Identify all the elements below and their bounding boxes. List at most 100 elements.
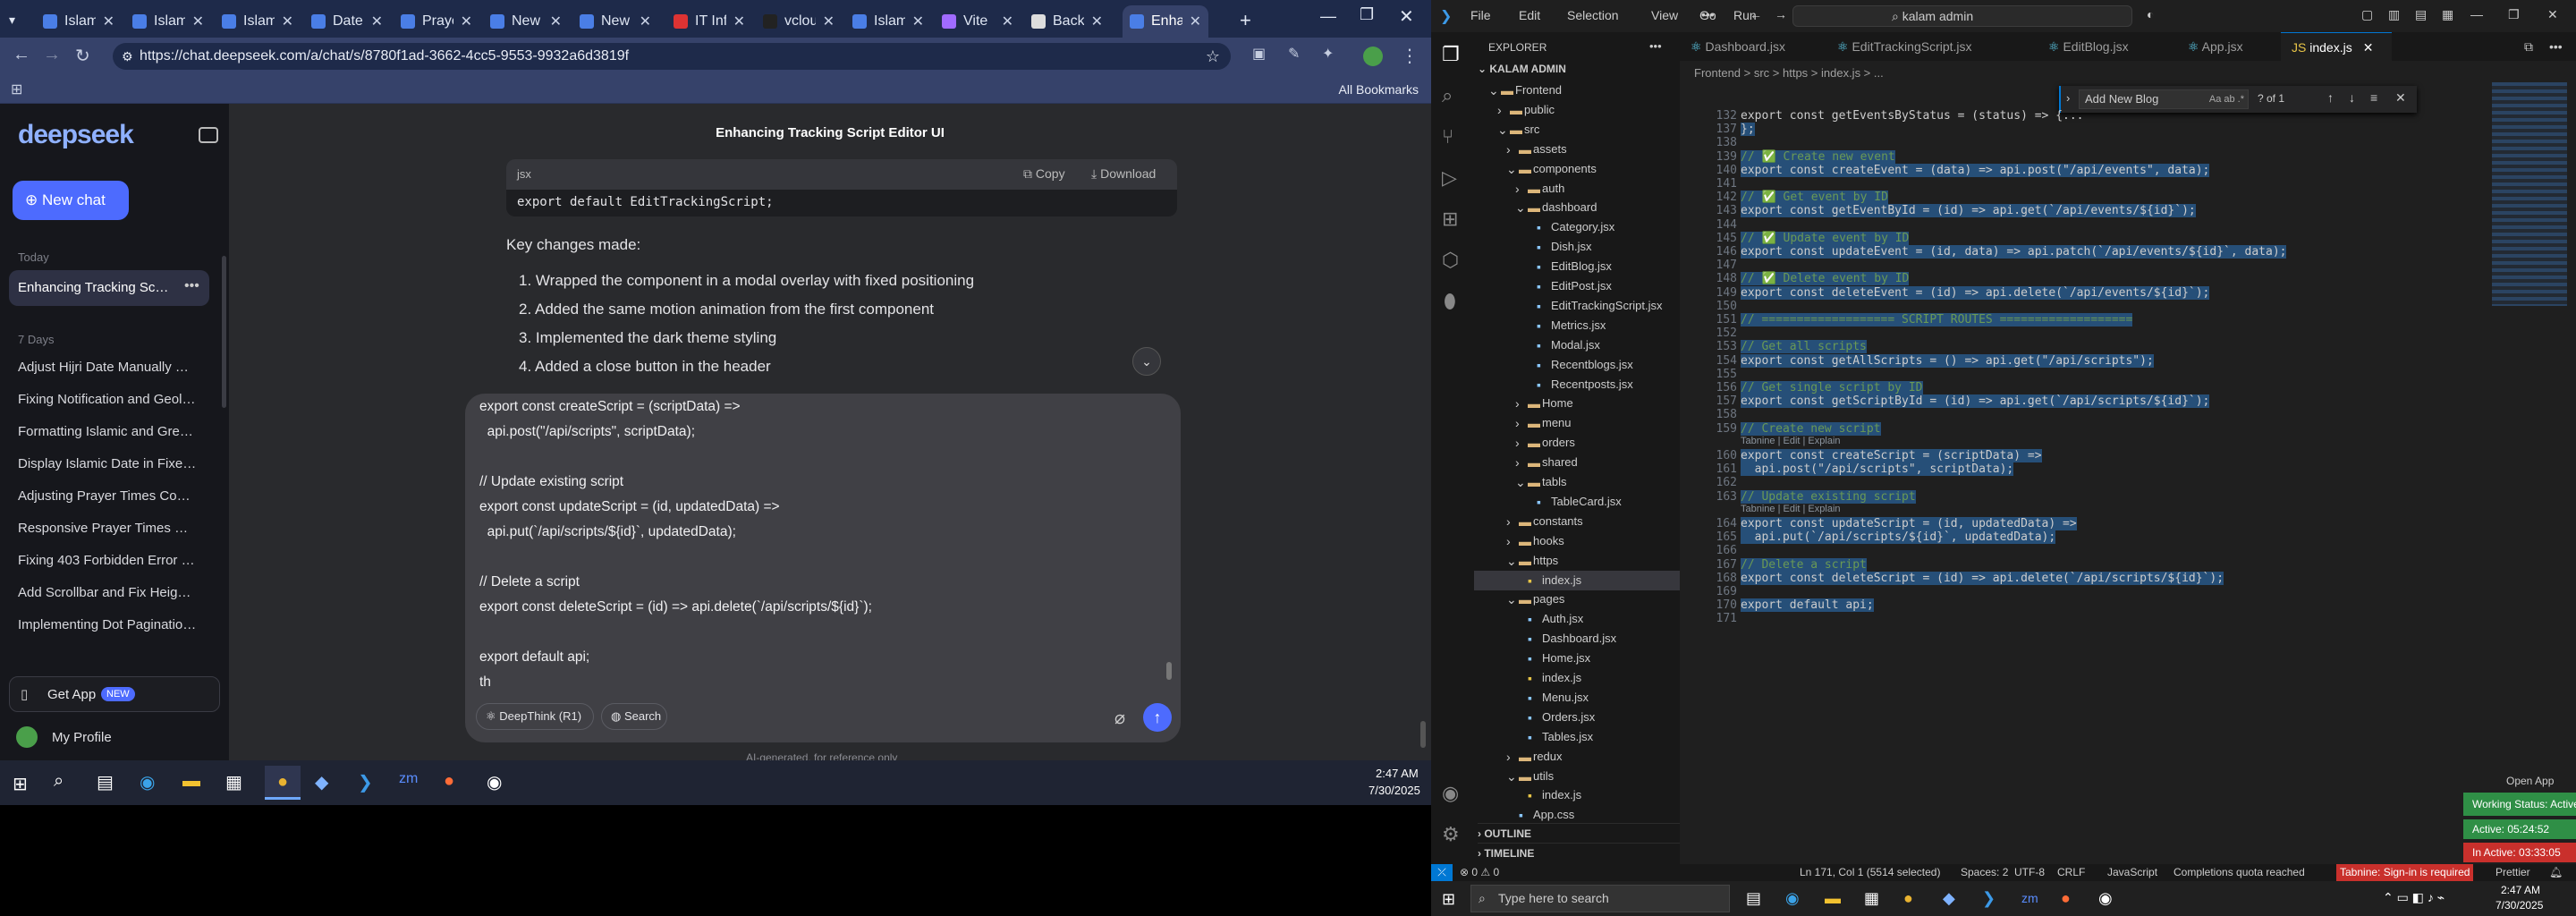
- file-tree-item[interactable]: ▪ EditBlog.jsx: [1474, 257, 1680, 276]
- code-line[interactable]: export const updateScript = (id, updated…: [1741, 517, 2077, 530]
- bell-icon[interactable]: 🔔︎: [2549, 864, 2563, 881]
- minimap[interactable]: [2492, 82, 2567, 306]
- message-composer[interactable]: export const createScript = (scriptData)…: [465, 394, 1181, 742]
- chat-history-item[interactable]: Fixing 403 Forbidden Error in AP: [18, 553, 197, 568]
- extension-icon[interactable]: ▣: [1252, 45, 1266, 63]
- send-button[interactable]: ↑: [1143, 703, 1172, 732]
- vscode-icon[interactable]: ❯: [358, 771, 373, 793]
- find-input[interactable]: Add New Blog Aa ab .*: [2079, 89, 2249, 109]
- postman-icon[interactable]: ●: [444, 771, 454, 792]
- close-tab-icon[interactable]: ✕: [550, 13, 562, 30]
- code-line[interactable]: // Delete a script: [1741, 557, 1867, 572]
- code-line[interactable]: export default api;: [1741, 598, 1874, 613]
- layout-icon-1[interactable]: ▢: [2361, 7, 2373, 22]
- new-chat-button[interactable]: ⊕ New chat: [13, 181, 129, 220]
- profile-avatar[interactable]: [1363, 47, 1383, 66]
- chrome-tab[interactable]: Backe ✕: [1024, 5, 1110, 38]
- vscode-icon[interactable]: ❯: [1982, 889, 1996, 908]
- file-tree-item[interactable]: › ▬ Home: [1474, 394, 1680, 413]
- code-line[interactable]: export const deleteEvent = (id) => api.d…: [1741, 285, 2210, 300]
- chat-history-item[interactable]: Fixing Notification and Geolocati: [18, 392, 197, 407]
- chat-history-item[interactable]: Adjusting Prayer Times Containe: [18, 488, 197, 504]
- edge-icon[interactable]: ◉: [140, 771, 155, 793]
- account-activity-icon[interactable]: ◉: [1442, 782, 1459, 805]
- quota-status[interactable]: Completions quota reached: [2174, 864, 2305, 881]
- file-tree-item[interactable]: ⌄ ▬ https: [1474, 551, 1680, 571]
- bookmark-star-icon[interactable]: ☆: [1206, 43, 1220, 70]
- chrome-tab[interactable]: Islam ✕: [125, 5, 211, 38]
- close-tab-icon[interactable]: ✕: [733, 13, 745, 30]
- explorer-icon[interactable]: ▬: [182, 771, 200, 792]
- code-line[interactable]: export const deleteScript = (id) => api.…: [1741, 571, 2224, 585]
- file-tree-item[interactable]: ▪ Metrics.jsx: [1474, 316, 1680, 335]
- file-tree-item[interactable]: ▪ Dashboard.jsx: [1474, 629, 1680, 649]
- file-tree-item[interactable]: ▪ index.js: [1474, 668, 1680, 688]
- problems-status[interactable]: ⊗ 0 ⚠ 0: [1460, 864, 1499, 881]
- code-line[interactable]: // ✅ Create new event: [1741, 149, 1895, 164]
- tab-search-icon[interactable]: ▾: [9, 13, 15, 28]
- active-chat-item[interactable]: Enhancing Tracking Script E •••: [9, 270, 209, 306]
- restore-button-vs[interactable]: ❐: [2508, 7, 2520, 22]
- tray-icons[interactable]: ⌃ ▭ ◧ ♪ ⌁: [2383, 890, 2445, 905]
- chrome-tab[interactable]: Enha ✕: [1123, 5, 1208, 38]
- file-tree-item[interactable]: › ▬ constants: [1474, 512, 1680, 531]
- tabnine-status[interactable]: Tabnine: Sign-in is required: [2336, 864, 2474, 881]
- close-tab-icon[interactable]: ✕: [461, 13, 472, 30]
- outline-section[interactable]: › OUTLINE: [1478, 823, 1680, 840]
- deepthink-button[interactable]: ⚛ DeepThink (R1): [476, 703, 594, 730]
- windows-start-icon[interactable]: ⊞: [13, 773, 28, 795]
- file-tree-item[interactable]: ⌄ ▬ components: [1474, 159, 1680, 179]
- task-view-icon[interactable]: ▤: [97, 771, 114, 793]
- file-tree-item[interactable]: › ▬ orders: [1474, 433, 1680, 453]
- chrome-tab[interactable]: IT Infr ✕: [666, 5, 752, 38]
- get-app-button[interactable]: ▯ Get App NEW: [9, 676, 220, 712]
- close-tab-icon[interactable]: ✕: [1091, 13, 1103, 30]
- close-button-vs[interactable]: ✕: [2547, 7, 2558, 22]
- new-tab-button[interactable]: +: [1240, 9, 1251, 32]
- editor-tab[interactable]: ⚛ App.jsx: [2177, 32, 2281, 61]
- code-line[interactable]: export const getScriptById = (id) => api…: [1741, 394, 2210, 409]
- code-line[interactable]: // Update existing script: [1741, 489, 1916, 504]
- close-tab-icon[interactable]: ✕: [371, 13, 383, 30]
- find-options-icon[interactable]: Aa ab .*: [2209, 90, 2244, 108]
- find-selection-icon[interactable]: ≡: [2370, 90, 2377, 105]
- find-expand-icon[interactable]: ›: [2066, 91, 2070, 105]
- remote-activity-icon[interactable]: ⬡: [1442, 249, 1459, 272]
- code-line[interactable]: // ✅ Update event by ID: [1741, 231, 1910, 245]
- chrome-tab[interactable]: New ✕: [572, 5, 658, 38]
- chat-history-item[interactable]: Adjust Hijri Date Manually Functi: [18, 360, 197, 375]
- chrome-icon[interactable]: ●: [1903, 889, 1913, 908]
- language-status[interactable]: JavaScript: [2107, 864, 2157, 881]
- find-close-icon[interactable]: ✕: [2395, 90, 2406, 106]
- zoom-icon[interactable]: zm: [2021, 891, 2038, 905]
- file-tree-item[interactable]: › ▬ hooks: [1474, 531, 1680, 551]
- close-tab-icon[interactable]: ✕: [282, 13, 293, 30]
- editor-tab[interactable]: ⚛ Dashboard.jsx: [1680, 32, 1826, 61]
- find-prev-icon[interactable]: ↑: [2327, 90, 2334, 105]
- scm-activity-icon[interactable]: ⑂: [1442, 125, 1453, 148]
- file-tree-item[interactable]: › ▬ auth: [1474, 179, 1680, 199]
- menu-item[interactable]: Selection: [1567, 8, 1619, 22]
- file-tree-item[interactable]: ▪ EditTrackingScript.jsx: [1474, 296, 1680, 316]
- close-tab-icon[interactable]: ✕: [2352, 40, 2374, 55]
- more-menu-icon[interactable]: •••: [1701, 7, 1715, 21]
- store-icon[interactable]: ▦: [225, 771, 242, 793]
- code-line[interactable]: Tabnine | Edit | Explain: [1741, 436, 1841, 446]
- eol-status[interactable]: CRLF: [2057, 864, 2085, 881]
- app-icon[interactable]: ◆: [1943, 889, 1955, 908]
- file-tree-item[interactable]: ▪ Dish.jsx: [1474, 237, 1680, 257]
- timeline-section[interactable]: › TIMELINE: [1478, 843, 1680, 860]
- file-tree-item[interactable]: ▪ Modal.jsx: [1474, 335, 1680, 355]
- debug-activity-icon[interactable]: ▷: [1442, 166, 1457, 190]
- app-icon[interactable]: ◆: [315, 771, 328, 793]
- close-tab-icon[interactable]: ✕: [912, 13, 924, 30]
- code-line[interactable]: // Get all scripts: [1741, 340, 1867, 354]
- reload-icon[interactable]: ↻: [75, 45, 90, 67]
- find-next-icon[interactable]: ↓: [2349, 90, 2355, 105]
- code-line[interactable]: api.put(`/api/scripts/${id}`, updatedDat…: [1741, 530, 2056, 545]
- menu-item[interactable]: Edit: [1519, 8, 1540, 22]
- scroll-down-button[interactable]: ⌄: [1132, 347, 1161, 376]
- command-search-input[interactable]: ⌕ kalam admin: [1792, 5, 2132, 27]
- taskbar-search-box[interactable]: ⌕ Type here to search: [1470, 885, 1730, 912]
- my-profile-label[interactable]: My Profile: [52, 730, 112, 745]
